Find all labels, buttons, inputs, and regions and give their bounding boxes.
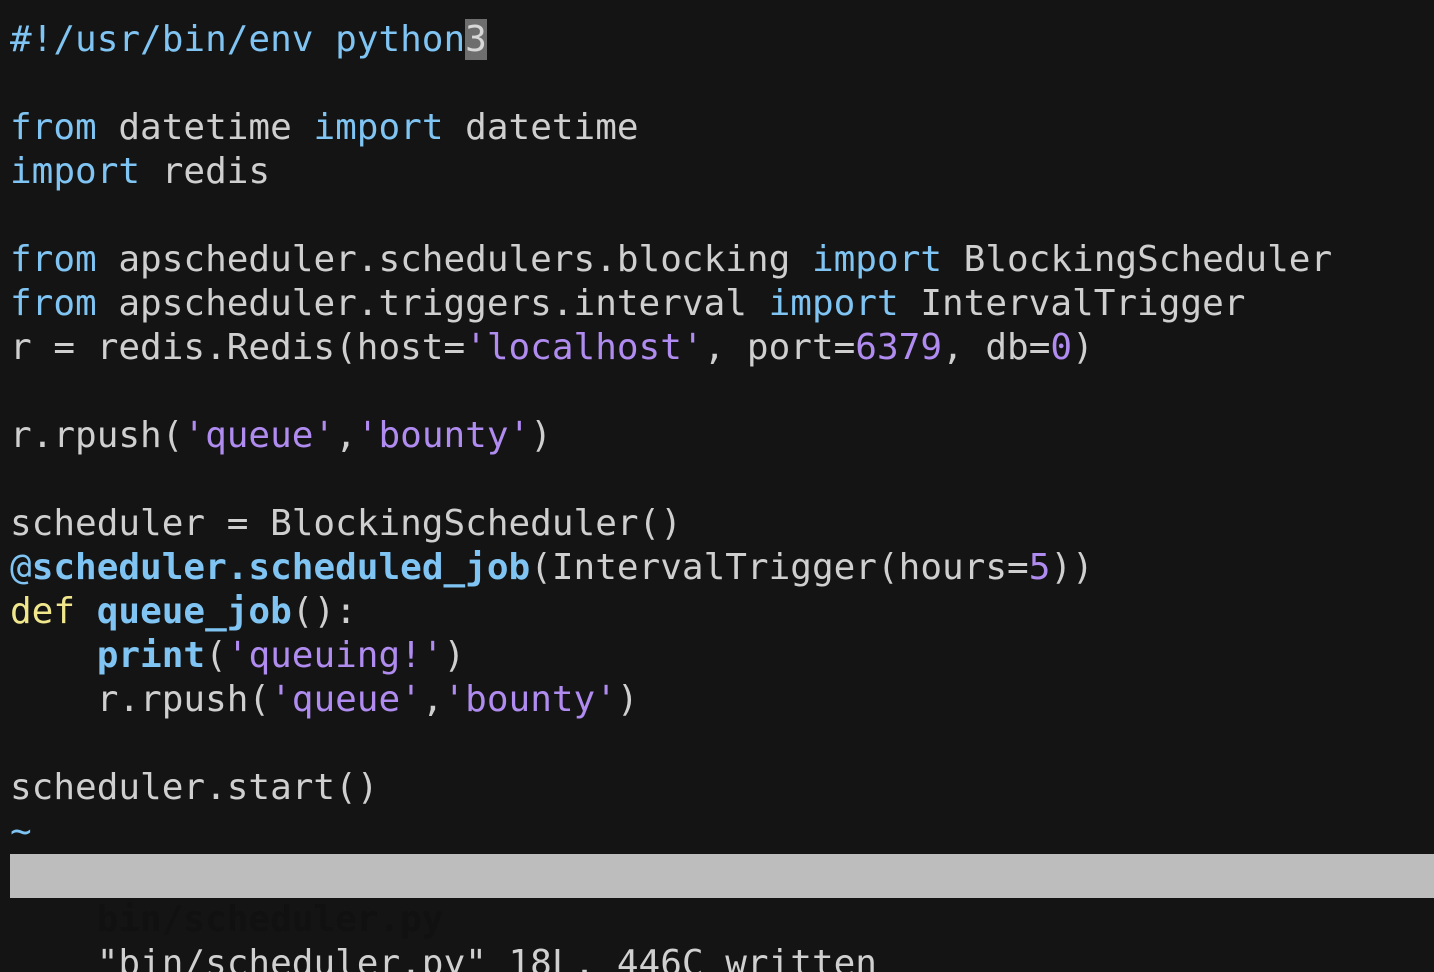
code-token: datetime — [443, 107, 639, 148]
code-token: scheduler.start() — [10, 767, 379, 808]
code-line[interactable]: import redis — [10, 150, 1434, 194]
code-token: apscheduler.schedulers.blocking — [96, 239, 812, 280]
code-token: , db= — [942, 327, 1051, 368]
code-token: 'bounty' — [356, 415, 531, 456]
code-token: datetime — [96, 107, 314, 148]
command-line[interactable]: "bin/scheduler.py" 18L, 446C written — [10, 898, 1434, 972]
code-line[interactable]: ​ — [10, 722, 1434, 766]
code-token: print — [96, 635, 206, 676]
code-token: (): — [291, 591, 357, 632]
code-token: (IntervalTrigger(hours= — [530, 547, 1029, 588]
code-token: , — [335, 415, 357, 456]
code-token: from — [10, 283, 97, 324]
code-token: from — [10, 107, 97, 148]
code-line[interactable]: from apscheduler.triggers.interval impor… — [10, 282, 1434, 326]
status-line: bin/scheduler.py — [10, 854, 1434, 940]
code-token: 6379 — [855, 327, 942, 368]
code-line[interactable]: r.rpush('queue','bounty') — [10, 678, 1434, 722]
code-line[interactable]: @scheduler.scheduled_job(IntervalTrigger… — [10, 546, 1434, 590]
code-token: r.rpush( — [10, 415, 184, 456]
code-token: , port= — [703, 327, 856, 368]
code-line[interactable]: print('queuing!') — [10, 634, 1434, 678]
code-token: BlockingScheduler — [942, 239, 1333, 280]
code-token: ) — [1072, 327, 1094, 368]
code-token: 'bounty' — [443, 679, 617, 720]
code-token: apscheduler.triggers.interval — [96, 283, 769, 324]
code-token: ) — [443, 635, 466, 676]
code-token: r = redis.Redis(host= — [10, 327, 466, 368]
code-token: 0 — [1050, 327, 1073, 368]
code-line[interactable]: r.rpush('queue','bounty') — [10, 414, 1434, 458]
code-line[interactable]: ​ — [10, 370, 1434, 414]
code-line[interactable]: r = redis.Redis(host='localhost', port=6… — [10, 326, 1434, 370]
code-token: @ — [10, 547, 32, 588]
code-line[interactable]: from apscheduler.schedulers.blocking imp… — [10, 238, 1434, 282]
code-token: , — [421, 679, 444, 720]
code-token: import — [811, 239, 942, 280]
text-cursor: 3 — [465, 19, 487, 60]
code-token: import — [10, 151, 141, 192]
code-line[interactable]: scheduler.start() — [10, 766, 1434, 810]
code-token: redis — [140, 151, 271, 192]
code-token: scheduler = BlockingScheduler() — [10, 503, 682, 544]
code-token: from — [10, 239, 97, 280]
code-line[interactable]: ​ — [10, 194, 1434, 238]
code-token: import — [313, 107, 444, 148]
code-token: ) — [530, 415, 552, 456]
terminal-vim-window: #!/usr/bin/env python3​from datetime imp… — [0, 0, 1434, 972]
code-token: ) — [616, 679, 639, 720]
code-token: 'queue' — [183, 415, 336, 456]
code-token: 'localhost' — [465, 327, 704, 368]
code-token: IntervalTrigger — [898, 283, 1246, 324]
code-token: r.rpush( — [10, 679, 271, 720]
code-token: 5 — [1028, 547, 1051, 588]
code-line[interactable]: scheduler = BlockingScheduler() — [10, 502, 1434, 546]
code-token: ( — [205, 635, 227, 676]
code-token: scheduler.scheduled_job — [31, 547, 531, 588]
code-line[interactable]: from datetime import datetime — [10, 106, 1434, 150]
code-line[interactable]: ​ — [10, 458, 1434, 502]
code-line[interactable]: #!/usr/bin/env python3 — [10, 18, 1434, 62]
code-token: def — [10, 591, 76, 632]
code-token: 'queuing!' — [226, 635, 444, 676]
code-line[interactable]: def queue_job(): — [10, 590, 1434, 634]
code-token: queue_job — [96, 591, 292, 632]
code-token: )) — [1050, 547, 1094, 588]
code-line[interactable]: ~ — [10, 810, 1434, 854]
code-token: import — [768, 283, 899, 324]
code-token: ~ — [10, 811, 32, 852]
editor-buffer[interactable]: #!/usr/bin/env python3​from datetime imp… — [10, 18, 1434, 854]
code-line[interactable]: ​ — [10, 62, 1434, 106]
code-token: #!/usr/bin/env python — [10, 19, 466, 60]
command-message: "bin/scheduler.py" 18L, 446C written — [96, 943, 877, 972]
code-token: 'queue' — [270, 679, 422, 720]
